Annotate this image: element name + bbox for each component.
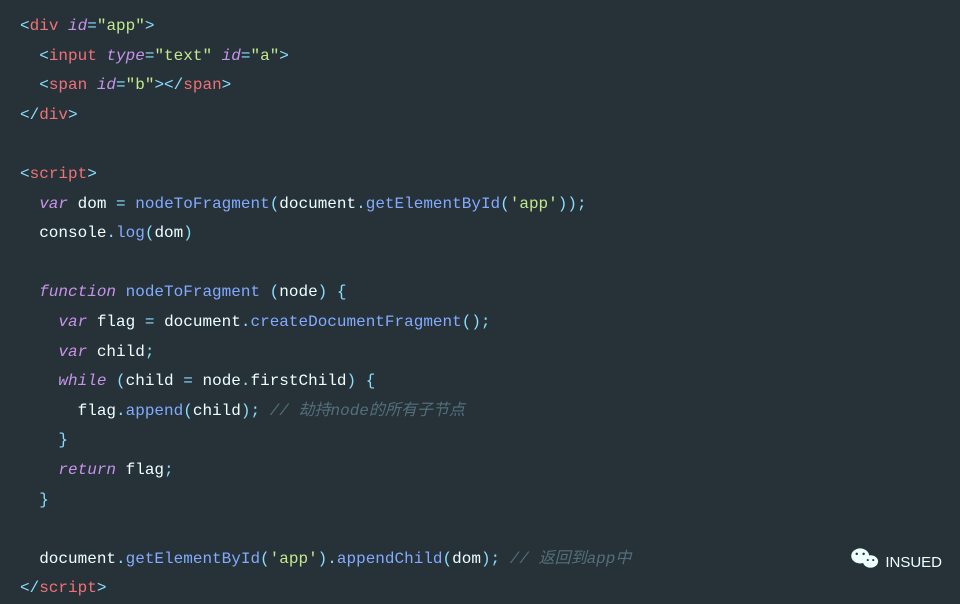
code-line: <script> (20, 165, 97, 183)
code-line: flag.append(child); // 劫持node的所有子节点 (20, 402, 465, 420)
watermark: INSUED (851, 547, 942, 579)
code-line (20, 520, 30, 538)
code-line: </div> (20, 106, 78, 124)
code-line (20, 254, 30, 272)
code-block: <div id="app"> <input type="text" id="a"… (20, 12, 940, 604)
code-line: document.getElementById('app').appendChi… (20, 550, 631, 568)
code-line: <span id="b"></span> (20, 76, 231, 94)
watermark-label: INSUED (885, 549, 942, 577)
code-line: </script> (20, 579, 106, 597)
code-line: } (20, 491, 49, 509)
code-line: <div id="app"> (20, 17, 154, 35)
code-line: <input type="text" id="a"> (20, 47, 289, 65)
code-line: var child; (20, 343, 154, 361)
wechat-icon (851, 547, 879, 579)
code-line: return flag; (20, 461, 174, 479)
code-line: var flag = document.createDocumentFragme… (20, 313, 491, 331)
code-line: console.log(dom) (20, 224, 193, 242)
code-line: } (20, 431, 68, 449)
code-line: while (child = node.firstChild) { (20, 372, 375, 390)
code-line (20, 135, 30, 153)
code-line: function nodeToFragment (node) { (20, 283, 347, 301)
code-line: var dom = nodeToFragment(document.getEle… (20, 195, 587, 213)
